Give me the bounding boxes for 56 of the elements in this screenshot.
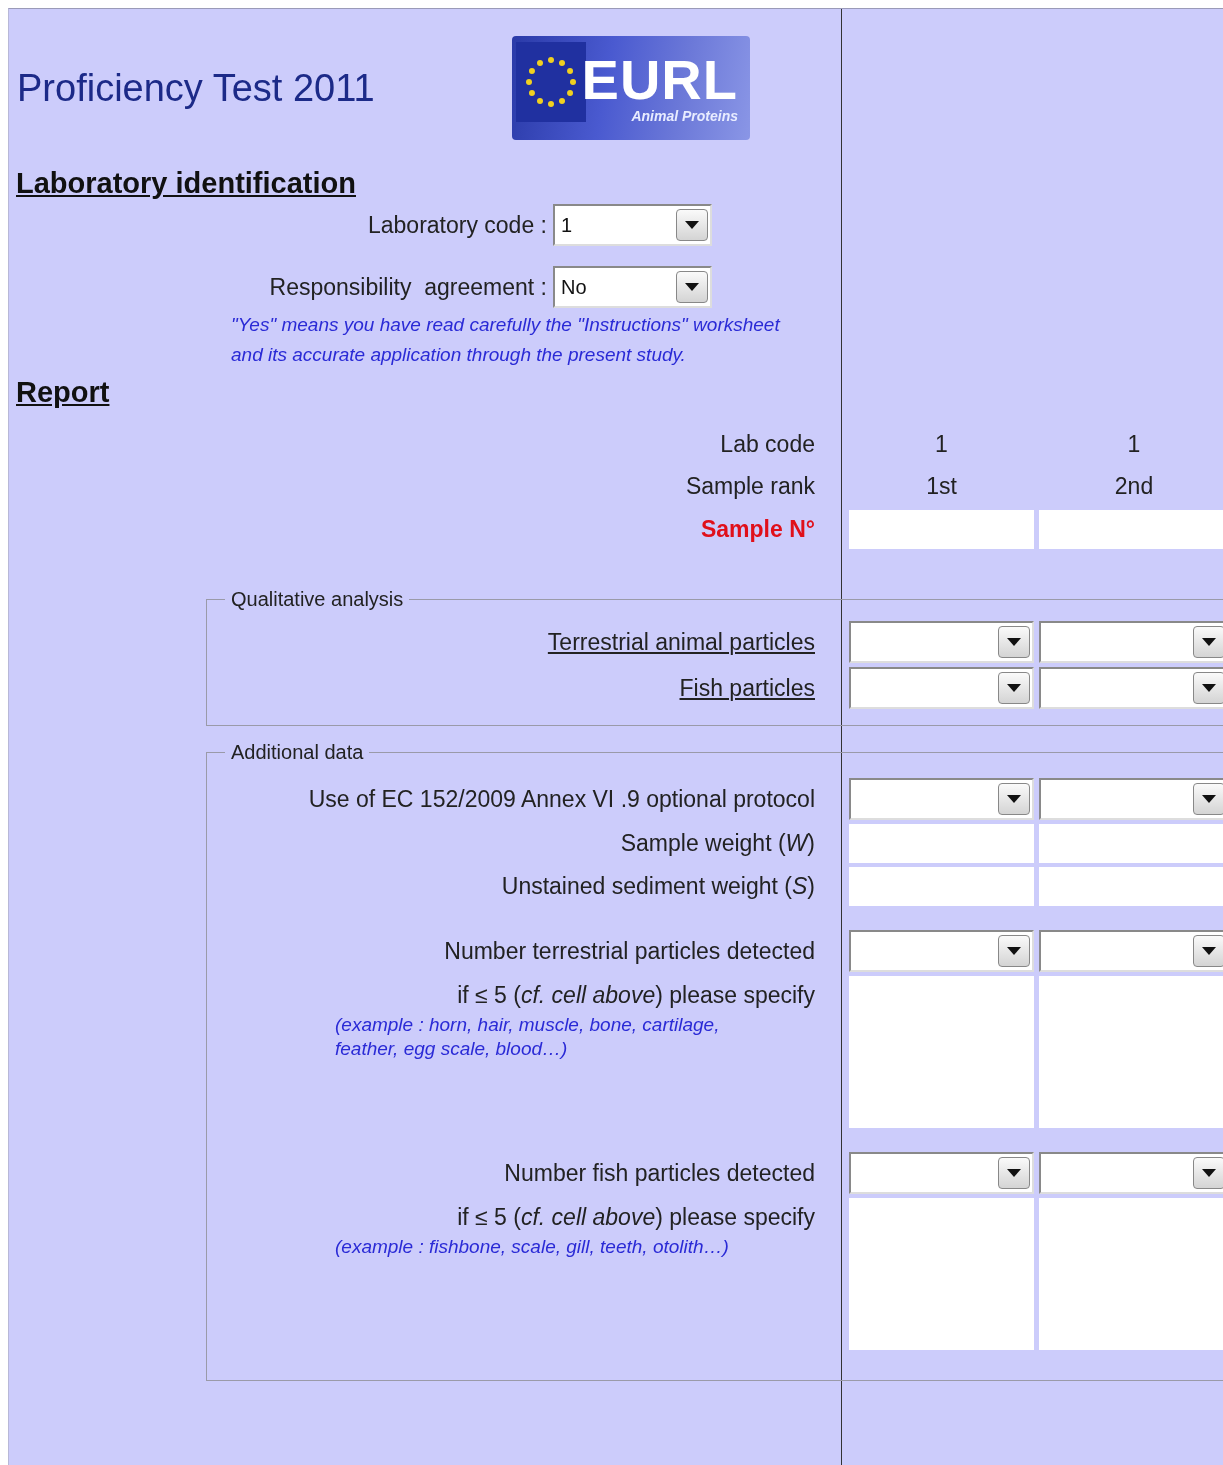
dropdown-arrow-icon — [1007, 1169, 1021, 1177]
dropdown-field[interactable] — [849, 1152, 1034, 1194]
dropdown-field[interactable] — [1039, 1152, 1223, 1194]
row-label: Lab code — [719, 430, 816, 458]
table-cell-text: 1 — [1126, 430, 1142, 458]
field-label: Responsibility agreement : — [269, 273, 547, 301]
dropdown-field[interactable] — [849, 621, 1034, 663]
dropdown-arrow-icon — [1007, 684, 1021, 692]
dropdown-arrow-icon — [1202, 1169, 1216, 1177]
table-cell-text: 2nd — [1113, 472, 1155, 500]
dropdown-field[interactable] — [1039, 667, 1223, 709]
input-field[interactable] — [849, 824, 1034, 863]
dropdown-arrow-icon — [1007, 795, 1021, 803]
row-label: Number terrestrial particles detected — [444, 937, 815, 964]
dropdown-arrow-icon — [1202, 638, 1216, 646]
input-field[interactable] — [1039, 509, 1223, 549]
dropdown-field[interactable] — [849, 778, 1034, 820]
dropdown-field[interactable] — [1039, 930, 1223, 972]
row-label: Sample weight (W) — [620, 830, 815, 856]
link[interactable]: Fish particles — [679, 674, 815, 701]
row-label: Sample N° — [700, 515, 816, 543]
row-label: if ≤ 5 (cf. cell above) please specify — [456, 982, 816, 1009]
row-label: if ≤ 5 (cf. cell above) please specify — [456, 1204, 816, 1231]
group-legend: Qualitative analysis — [225, 588, 410, 611]
input-field[interactable] — [849, 509, 1034, 549]
dropdown-field[interactable]: 1 — [553, 204, 712, 246]
dropdown-arrow-icon — [685, 283, 699, 291]
dropdown-arrow-icon — [1007, 947, 1021, 955]
table-cell-text: 1 — [934, 430, 949, 458]
row-label: Unstained sediment weight (S) — [501, 873, 815, 899]
field-label: Laboratory code : — [368, 211, 547, 239]
dropdown-arrow-icon — [685, 221, 699, 229]
table-cell-text: 1st — [925, 472, 958, 500]
section-heading: Laboratory identification — [15, 167, 356, 200]
row-label: Sample rank — [684, 472, 816, 500]
dropdown-arrow-icon — [1202, 795, 1216, 803]
example-note: (example : horn, hair, muscle, bone, cartilage, feather, egg scale, blood…) — [335, 1013, 721, 1061]
example-note: (example : fishbone, scale, gill, teeth, otolith…) — [335, 1235, 730, 1259]
dropdown-arrow-icon — [1202, 947, 1216, 955]
page-title: Proficiency Test 2011 — [17, 66, 376, 110]
section-heading: Report — [15, 376, 110, 409]
dropdown-arrow-icon — [1007, 638, 1021, 646]
dropdown-field[interactable]: No — [553, 266, 712, 308]
link[interactable]: Terrestrial animal particles — [547, 628, 815, 655]
row-label: Use of EC 152/2009 Annex VI .9 optional protocol — [308, 785, 815, 812]
note-text: "Yes" means you have read carefully the "Instructions" worksheet and its accurate application through the present study. — [231, 313, 782, 367]
row-label: Number fish particles detected — [504, 1159, 815, 1186]
dropdown-field[interactable] — [849, 930, 1034, 972]
input-field[interactable] — [1039, 824, 1223, 863]
dropdown-field[interactable] — [1039, 621, 1223, 663]
dropdown-field[interactable] — [1039, 778, 1223, 820]
input-field[interactable] — [1039, 867, 1223, 906]
dropdown-arrow-icon — [1202, 684, 1216, 692]
input-field[interactable] — [849, 867, 1034, 906]
logo: EURL Animal Proteins — [512, 36, 750, 140]
dropdown-field[interactable] — [849, 667, 1034, 709]
